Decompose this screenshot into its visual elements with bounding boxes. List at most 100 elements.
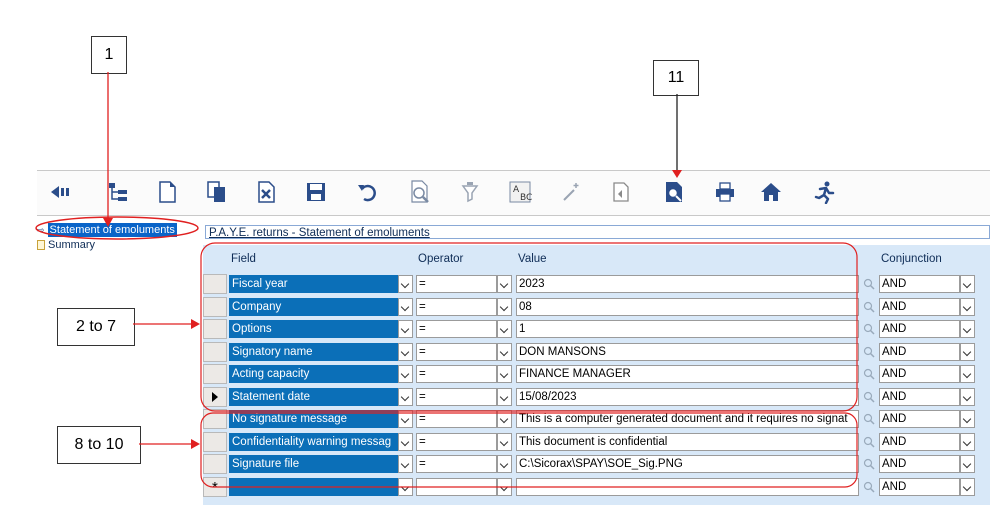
export-icon[interactable]	[607, 177, 635, 207]
lookup-magnifier-icon[interactable]	[863, 391, 875, 403]
value-input[interactable]: 15/08/2023	[516, 387, 859, 406]
row-selector[interactable]	[203, 431, 227, 452]
exit-running-man-icon[interactable]	[810, 177, 838, 207]
conjunction-dropdown-chevron-icon[interactable]	[960, 297, 975, 316]
operator-dropdown-chevron-icon[interactable]	[497, 387, 512, 406]
conjunction-select[interactable]: AND	[879, 342, 960, 361]
conjunction-select[interactable]: AND	[879, 477, 960, 496]
tree-structure-icon[interactable]	[104, 177, 132, 207]
conjunction-select[interactable]: AND	[879, 455, 960, 473]
operator-select[interactable]: =	[416, 365, 497, 383]
field-select[interactable]: Signature file	[229, 455, 413, 473]
conjunction-select[interactable]: AND	[879, 432, 960, 451]
operator-dropdown-chevron-icon[interactable]	[497, 297, 512, 316]
field-select[interactable]: Statement date	[229, 387, 413, 406]
conjunction-dropdown-chevron-icon[interactable]	[960, 455, 975, 473]
conjunction-select[interactable]: AND	[879, 320, 960, 338]
value-input[interactable]: 1	[516, 320, 859, 338]
home-icon[interactable]	[757, 177, 785, 207]
row-selector[interactable]	[203, 319, 227, 339]
operator-select[interactable]	[416, 477, 497, 496]
field-select[interactable]	[229, 477, 413, 496]
back-arrow-icon[interactable]	[46, 177, 74, 207]
operator-dropdown-chevron-icon[interactable]	[497, 275, 512, 293]
field-select[interactable]: Company	[229, 297, 413, 316]
funnel-filter-icon[interactable]	[456, 177, 484, 207]
report-preview-icon[interactable]	[660, 177, 688, 207]
row-selector[interactable]	[203, 454, 227, 474]
field-dropdown-chevron-icon[interactable]	[398, 432, 413, 451]
operator-select[interactable]: =	[416, 455, 497, 473]
field-dropdown-chevron-icon[interactable]	[398, 410, 413, 428]
value-input[interactable]: This is a computer generated document an…	[516, 410, 859, 428]
operator-dropdown-chevron-icon[interactable]	[497, 432, 512, 451]
field-dropdown-chevron-icon[interactable]	[398, 387, 413, 406]
operator-dropdown-chevron-icon[interactable]	[497, 365, 512, 383]
lookup-magnifier-icon[interactable]	[863, 413, 875, 425]
conjunction-dropdown-chevron-icon[interactable]	[960, 342, 975, 361]
field-dropdown-chevron-icon[interactable]	[398, 342, 413, 361]
conjunction-select[interactable]: AND	[879, 387, 960, 406]
tree-item-summary[interactable]: Summary	[37, 238, 95, 252]
row-selector[interactable]	[203, 386, 227, 407]
conjunction-dropdown-chevron-icon[interactable]	[960, 275, 975, 293]
operator-select[interactable]: =	[416, 387, 497, 406]
lookup-magnifier-icon[interactable]	[863, 301, 875, 313]
printer-icon[interactable]	[711, 177, 739, 207]
field-dropdown-chevron-icon[interactable]	[398, 297, 413, 316]
value-input[interactable]: 2023	[516, 275, 859, 293]
row-selector[interactable]: *	[203, 476, 227, 497]
field-select[interactable]: Confidentiality warning messag	[229, 432, 413, 451]
field-select[interactable]: No signature message	[229, 410, 413, 428]
operator-select[interactable]: =	[416, 320, 497, 338]
row-selector[interactable]	[203, 296, 227, 317]
field-dropdown-chevron-icon[interactable]	[398, 275, 413, 293]
conjunction-dropdown-chevron-icon[interactable]	[960, 365, 975, 383]
conjunction-dropdown-chevron-icon[interactable]	[960, 477, 975, 496]
save-disk-icon[interactable]	[302, 177, 330, 207]
spell-check-icon[interactable]: A BC	[506, 177, 534, 207]
lookup-magnifier-icon[interactable]	[863, 323, 875, 335]
operator-select[interactable]: =	[416, 297, 497, 316]
value-input[interactable]: 08	[516, 297, 859, 316]
conjunction-select[interactable]: AND	[879, 275, 960, 293]
conjunction-select[interactable]: AND	[879, 365, 960, 383]
operator-dropdown-chevron-icon[interactable]	[497, 410, 512, 428]
value-input[interactable]: This document is confidential	[516, 432, 859, 451]
copy-document-icon[interactable]	[203, 177, 231, 207]
operator-dropdown-chevron-icon[interactable]	[497, 320, 512, 338]
operator-select[interactable]: =	[416, 432, 497, 451]
lookup-magnifier-icon[interactable]	[863, 481, 875, 493]
value-input[interactable]	[516, 477, 859, 496]
lookup-magnifier-icon[interactable]	[863, 436, 875, 448]
conjunction-dropdown-chevron-icon[interactable]	[960, 410, 975, 428]
conjunction-dropdown-chevron-icon[interactable]	[960, 320, 975, 338]
operator-dropdown-chevron-icon[interactable]	[497, 455, 512, 473]
field-dropdown-chevron-icon[interactable]	[398, 455, 413, 473]
field-select[interactable]: Signatory name	[229, 342, 413, 361]
conjunction-select[interactable]: AND	[879, 297, 960, 316]
conjunction-select[interactable]: AND	[879, 410, 960, 428]
lookup-magnifier-icon[interactable]	[863, 278, 875, 290]
operator-dropdown-chevron-icon[interactable]	[497, 342, 512, 361]
operator-dropdown-chevron-icon[interactable]	[497, 477, 512, 496]
field-dropdown-chevron-icon[interactable]	[398, 320, 413, 338]
undo-icon[interactable]	[353, 177, 381, 207]
field-select[interactable]: Acting capacity	[229, 365, 413, 383]
value-input[interactable]: C:\Sicorax\SPAY\SOE_Sig.PNG	[516, 455, 859, 473]
row-selector[interactable]	[203, 409, 227, 429]
row-selector[interactable]	[203, 341, 227, 362]
print-preview-icon[interactable]	[406, 177, 434, 207]
conjunction-dropdown-chevron-icon[interactable]	[960, 432, 975, 451]
operator-select[interactable]: =	[416, 275, 497, 293]
row-selector[interactable]	[203, 364, 227, 384]
lookup-magnifier-icon[interactable]	[863, 346, 875, 358]
field-select[interactable]: Options	[229, 320, 413, 338]
row-selector[interactable]	[203, 274, 227, 294]
lookup-magnifier-icon[interactable]	[863, 458, 875, 470]
conjunction-dropdown-chevron-icon[interactable]	[960, 387, 975, 406]
field-select[interactable]: Fiscal year	[229, 275, 413, 293]
value-input[interactable]: DON MANSONS	[516, 342, 859, 361]
lookup-magnifier-icon[interactable]	[863, 368, 875, 380]
operator-select[interactable]: =	[416, 410, 497, 428]
